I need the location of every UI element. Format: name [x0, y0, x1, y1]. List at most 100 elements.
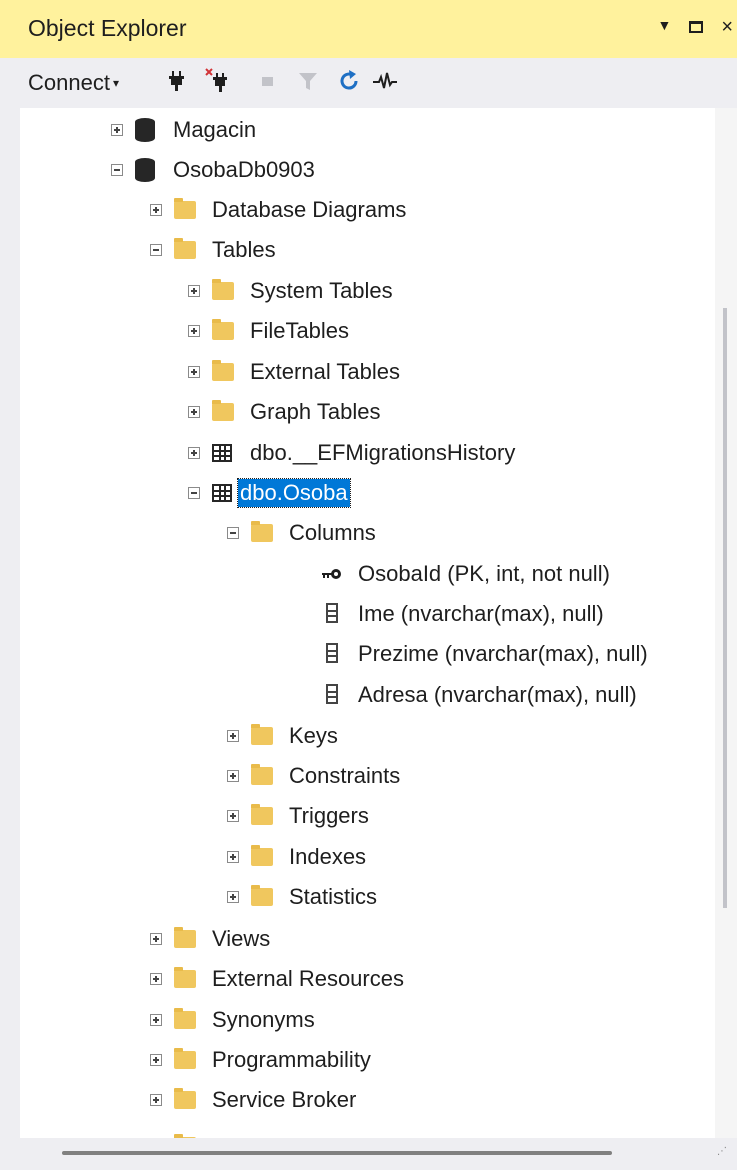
tree-node-programmability[interactable]: Programmability [150, 1042, 373, 1078]
tree-node-views[interactable]: Views [150, 921, 272, 957]
horizontal-scrollbar-thumb[interactable] [62, 1151, 612, 1155]
folder-icon [251, 521, 275, 544]
tree-node-column-prezime[interactable]: Prezime (nvarchar(max), null) [266, 636, 650, 672]
tree-node-indexes[interactable]: Indexes [227, 839, 368, 875]
horizontal-scrollbar[interactable]: ⋰ [0, 1138, 737, 1170]
tree-node-column-ime[interactable]: Ime (nvarchar(max), null) [266, 596, 606, 632]
stop-icon[interactable] [255, 68, 281, 94]
tree-node-ef-migrations-history[interactable]: dbo.__EFMigrationsHistory [188, 435, 517, 471]
node-label: Graph Tables [250, 399, 381, 424]
panel-title: Object Explorer [28, 15, 187, 41]
connect-plug-icon[interactable] [164, 68, 190, 94]
folder-icon [251, 845, 275, 868]
node-label: Constraints [289, 763, 401, 788]
column-icon [320, 603, 344, 625]
expand-icon[interactable] [150, 933, 162, 945]
collapse-icon[interactable] [188, 487, 200, 499]
maximize-icon[interactable] [689, 14, 704, 40]
node-label: Indexes [289, 844, 367, 869]
object-explorer-title-bar: Object Explorer ▼ × [0, 0, 737, 59]
expand-icon[interactable] [188, 366, 200, 378]
node-label: Programmability [212, 1047, 371, 1072]
tree-node-column-adresa[interactable]: Adresa (nvarchar(max), null) [266, 677, 639, 713]
expand-icon[interactable] [227, 891, 239, 903]
expand-icon[interactable] [150, 1094, 162, 1106]
folder-icon [174, 1008, 198, 1031]
node-label: dbo.__EFMigrationsHistory [250, 440, 516, 465]
expand-icon[interactable] [150, 1014, 162, 1026]
refresh-icon[interactable] [336, 68, 362, 94]
collapse-icon[interactable] [111, 164, 123, 176]
node-label: Tables [212, 237, 276, 262]
column-icon [320, 684, 344, 706]
expand-icon[interactable] [188, 285, 200, 297]
node-label: Statistics [289, 884, 378, 909]
folder-icon [251, 724, 275, 747]
folder-icon [174, 927, 198, 950]
connect-dropdown-icon[interactable]: ▾ [113, 76, 119, 90]
expand-icon[interactable] [188, 325, 200, 337]
node-label: Magacin [173, 117, 257, 142]
expand-icon[interactable] [188, 447, 200, 459]
database-icon [135, 118, 159, 142]
filter-icon[interactable] [295, 68, 321, 94]
vertical-scrollbar[interactable] [715, 108, 737, 1138]
folder-icon [174, 1088, 198, 1111]
expand-icon[interactable] [227, 730, 239, 742]
tree-node-keys[interactable]: Keys [227, 718, 340, 754]
expand-icon[interactable] [227, 810, 239, 822]
tree-node-external-tables[interactable]: External Tables [188, 354, 402, 390]
node-label: Adresa (nvarchar(max), null) [358, 682, 637, 707]
folder-icon [212, 360, 236, 383]
primary-key-icon [322, 569, 341, 579]
node-label: Ime (nvarchar(max), null) [358, 601, 604, 626]
tree-node-graph-tables[interactable]: Graph Tables [188, 394, 382, 430]
activity-monitor-icon[interactable] [372, 68, 398, 94]
expand-icon[interactable] [150, 973, 162, 985]
tree-node-external-resources[interactable]: External Resources [150, 961, 406, 997]
column-icon [320, 643, 344, 665]
tree-node-constraints[interactable]: Constraints [227, 758, 402, 794]
expand-icon[interactable] [188, 406, 200, 418]
node-label: Synonyms [212, 1007, 315, 1032]
close-icon[interactable]: × [721, 14, 733, 40]
tree-node-system-tables[interactable]: System Tables [188, 273, 395, 309]
folder-icon [174, 198, 198, 221]
folder-icon [212, 279, 236, 302]
node-label: Database Diagrams [212, 197, 407, 222]
collapse-icon[interactable] [150, 244, 162, 256]
tree-node-osobadb[interactable]: OsobaDb0903 [111, 152, 317, 188]
folder-icon [251, 804, 275, 827]
tree-node-triggers[interactable]: Triggers [227, 798, 371, 834]
connect-button[interactable]: Connect ▾ [28, 70, 119, 96]
collapse-icon[interactable] [227, 527, 239, 539]
tree-node-tables[interactable]: Tables [150, 232, 278, 268]
tree-node-database-diagrams[interactable]: Database Diagrams [150, 192, 408, 228]
node-label: FileTables [250, 318, 350, 343]
folder-icon [174, 967, 198, 990]
expand-icon[interactable] [227, 851, 239, 863]
expand-icon[interactable] [150, 204, 162, 216]
expand-icon[interactable] [227, 770, 239, 782]
database-icon [135, 158, 159, 182]
node-label: Prezime (nvarchar(max), null) [358, 641, 648, 666]
folder-icon [212, 319, 236, 342]
disconnect-plug-icon[interactable] [205, 68, 231, 94]
tree-node-synonyms[interactable]: Synonyms [150, 1002, 317, 1038]
expand-icon[interactable] [111, 124, 123, 136]
tree-node-statistics[interactable]: Statistics [227, 879, 379, 915]
resize-grip-icon[interactable]: ⋰ [717, 1147, 731, 1162]
connect-label: Connect [28, 70, 110, 95]
folder-icon [251, 885, 275, 908]
tree-node-columns[interactable]: Columns [227, 515, 378, 551]
node-label: OsobaId (PK, int, not null) [358, 561, 610, 586]
tree-node-column-osobaid[interactable]: OsobaId (PK, int, not null) [266, 556, 612, 592]
tree-node-service-broker[interactable]: Service Broker [150, 1082, 358, 1118]
vertical-scrollbar-thumb[interactable] [723, 308, 727, 908]
pin-dropdown-icon[interactable]: ▼ [657, 12, 671, 38]
folder-icon [174, 1048, 198, 1071]
tree-node-dbo-osoba[interactable]: dbo.Osoba [188, 475, 351, 511]
expand-icon[interactable] [150, 1054, 162, 1066]
tree-node-file-tables[interactable]: FileTables [188, 313, 351, 349]
tree-node-magacin[interactable]: Magacin [111, 112, 258, 148]
